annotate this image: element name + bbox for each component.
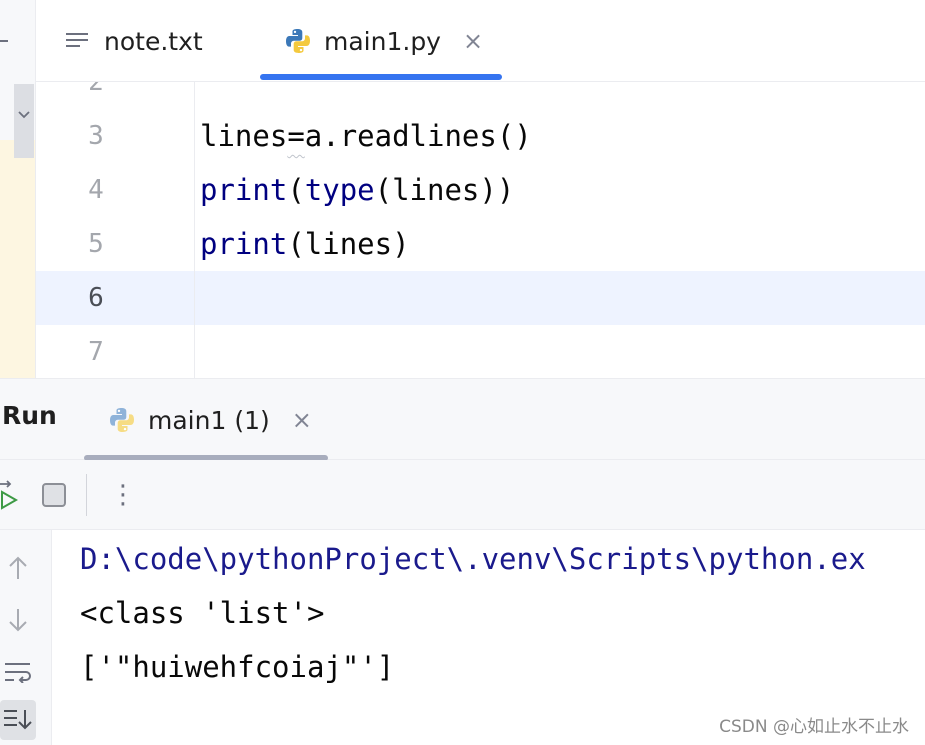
modified-highlight — [0, 140, 35, 378]
keyword-type: type — [304, 173, 375, 207]
close-icon[interactable]: × — [463, 27, 483, 55]
toolbar-separator — [86, 474, 87, 516]
code-line: 2 — [36, 82, 925, 109]
code-rest: (lines) — [287, 227, 410, 261]
watermark: CSDN @心如止水不止水 — [719, 717, 909, 737]
gutter-divider — [194, 82, 195, 378]
code-line: 3 lines=a.readlines() — [36, 109, 925, 163]
tab-label: main1.py — [324, 26, 441, 56]
rerun-icon[interactable] — [0, 480, 20, 510]
chevron-down-icon — [18, 111, 30, 119]
line-number: 4 — [88, 175, 104, 205]
line-number: 3 — [88, 121, 104, 151]
run-toolbar: ⋮ — [0, 460, 925, 530]
run-side-toolbar — [0, 530, 52, 745]
code-rest: (lines)) — [374, 173, 515, 207]
editor-tab-bar: note.txt main1.py × — [36, 0, 925, 82]
code-line: 5 print(lines) — [36, 217, 925, 271]
close-icon[interactable]: × — [292, 406, 312, 434]
line-number: 2 — [88, 82, 104, 97]
tab-label: note.txt — [104, 26, 203, 56]
soft-wrap-icon[interactable] — [0, 652, 36, 692]
line-number: 6 — [88, 283, 104, 313]
run-tab-main1[interactable]: main1 (1) × — [108, 379, 312, 461]
left-tool-strip — [0, 0, 36, 378]
scroll-to-end-icon[interactable] — [0, 700, 36, 740]
code-line: 4 print(type(lines)) — [36, 163, 925, 217]
console-line-interpreter-path: D:\code\pythonProject\.venv\Scripts\pyth… — [80, 542, 866, 576]
code-line: 7 — [36, 325, 925, 378]
run-panel-title: Run — [2, 401, 57, 430]
stop-icon[interactable] — [42, 483, 66, 507]
line-number: 7 — [88, 337, 104, 367]
tab-main1-py[interactable]: main1.py × — [260, 0, 502, 82]
tab-note-txt[interactable]: note.txt — [64, 0, 203, 82]
python-icon — [286, 29, 310, 53]
scroll-down-icon[interactable] — [0, 600, 36, 640]
keyword-print: print — [200, 227, 288, 261]
run-tab-label: main1 (1) — [148, 405, 270, 435]
scroll-up-icon[interactable] — [0, 548, 36, 588]
console-line: ['"huiwehfcoiaj"'] — [80, 650, 395, 684]
paren: ( — [287, 173, 305, 207]
more-options-icon[interactable]: ⋮ — [110, 478, 136, 512]
text-file-icon — [66, 33, 88, 47]
code-editor[interactable]: 2 3 lines=a.readlines() 4 print(type(lin… — [36, 82, 925, 378]
fold-toggle[interactable] — [14, 84, 34, 158]
inspection-squiggle[interactable]: = — [287, 119, 304, 153]
line-number: 5 — [88, 229, 104, 259]
keyword-print: print — [200, 173, 288, 207]
code-text: print(lines) — [200, 227, 410, 261]
console-line: <class 'list'> — [80, 596, 325, 630]
current-code-line: 6 — [36, 271, 925, 325]
python-icon — [110, 408, 134, 432]
code-text: print(type(lines)) — [200, 173, 514, 207]
run-panel-header: Run main1 (1) × — [0, 378, 925, 461]
code-text-squiggled: lines=a.readlines() — [200, 119, 532, 153]
code-text: lines=a.readlines() — [200, 119, 532, 153]
strip-dash — [0, 40, 8, 42]
active-tab-indicator — [260, 74, 502, 80]
